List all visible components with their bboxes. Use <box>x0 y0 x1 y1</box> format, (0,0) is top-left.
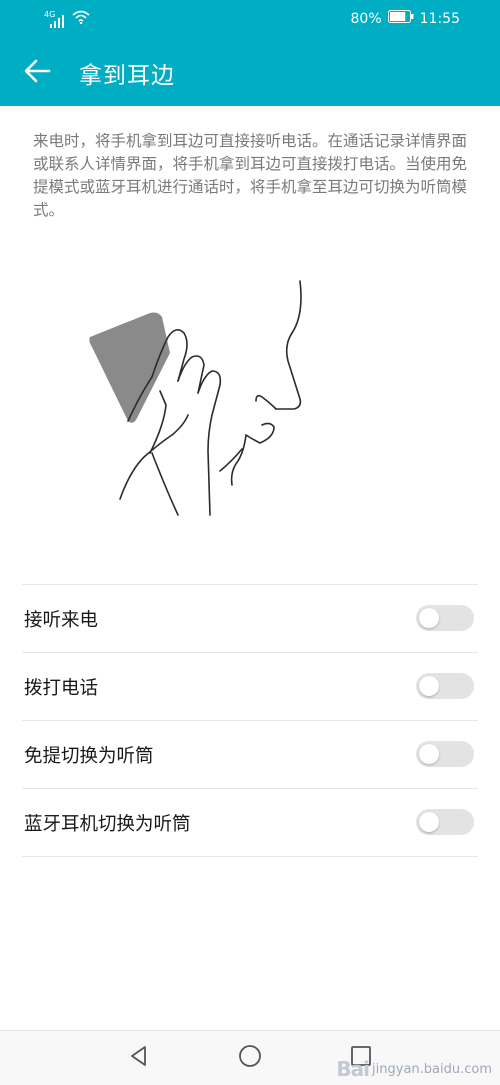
toggle-knob <box>419 676 439 696</box>
setting-label: 接听来电 <box>24 609 99 631</box>
system-nav-bar: Bai jingyan.baidu.com <box>0 1030 500 1085</box>
status-bar: 4G 80% 11:55 <box>0 0 500 38</box>
nav-back-button[interactable] <box>122 1041 156 1075</box>
setting-label: 拨打电话 <box>24 677 99 699</box>
back-button[interactable] <box>16 52 58 94</box>
wifi-icon <box>72 10 90 28</box>
phone-to-ear-illustration <box>80 275 320 529</box>
watermark-brand: Bai <box>336 1057 370 1081</box>
battery-percent: 80% <box>350 10 382 27</box>
setting-row-bluetooth-to-earpiece[interactable]: 蓝牙耳机切换为听筒 <box>22 788 478 857</box>
app-bar: 拿到耳边 <box>0 38 500 106</box>
status-right: 80% 11:55 <box>351 10 460 27</box>
toggle-knob <box>419 812 439 832</box>
battery-icon <box>387 10 414 27</box>
setting-row-speaker-to-earpiece[interactable]: 免提切换为听筒 <box>22 720 478 788</box>
setting-label: 蓝牙耳机切换为听筒 <box>24 813 191 835</box>
nav-home-button[interactable] <box>233 1041 267 1075</box>
toggle-switch[interactable] <box>416 741 474 767</box>
back-triangle-icon <box>128 1045 150 1071</box>
home-circle-icon <box>238 1044 262 1072</box>
toggle-knob <box>419 608 439 628</box>
settings-list: 接听来电 拨打电话 免提切换为听筒 蓝牙耳机切换为听筒 <box>22 584 478 857</box>
toggle-switch[interactable] <box>416 809 474 835</box>
setting-row-make-call[interactable]: 拨打电话 <box>22 652 478 720</box>
feature-description: 来电时，将手机拿到耳边可直接接听电话。在通话记录详情界面或联系人详情界面，将手机… <box>33 132 468 219</box>
watermark-text: jingyan.baidu.com <box>372 1061 492 1077</box>
toggle-knob <box>419 744 439 764</box>
setting-row-answer-call[interactable]: 接听来电 <box>22 584 478 652</box>
page-title: 拿到耳边 <box>79 63 175 89</box>
signal-icon: 4G <box>44 10 66 28</box>
baidu-watermark: Bai jingyan.baidu.com <box>336 1057 492 1081</box>
status-left: 4G <box>44 10 90 28</box>
clock: 11:55 <box>419 10 460 27</box>
setting-label: 免提切换为听筒 <box>24 745 154 767</box>
arrow-left-icon <box>23 57 51 89</box>
toggle-switch[interactable] <box>416 605 474 631</box>
toggle-switch[interactable] <box>416 673 474 699</box>
